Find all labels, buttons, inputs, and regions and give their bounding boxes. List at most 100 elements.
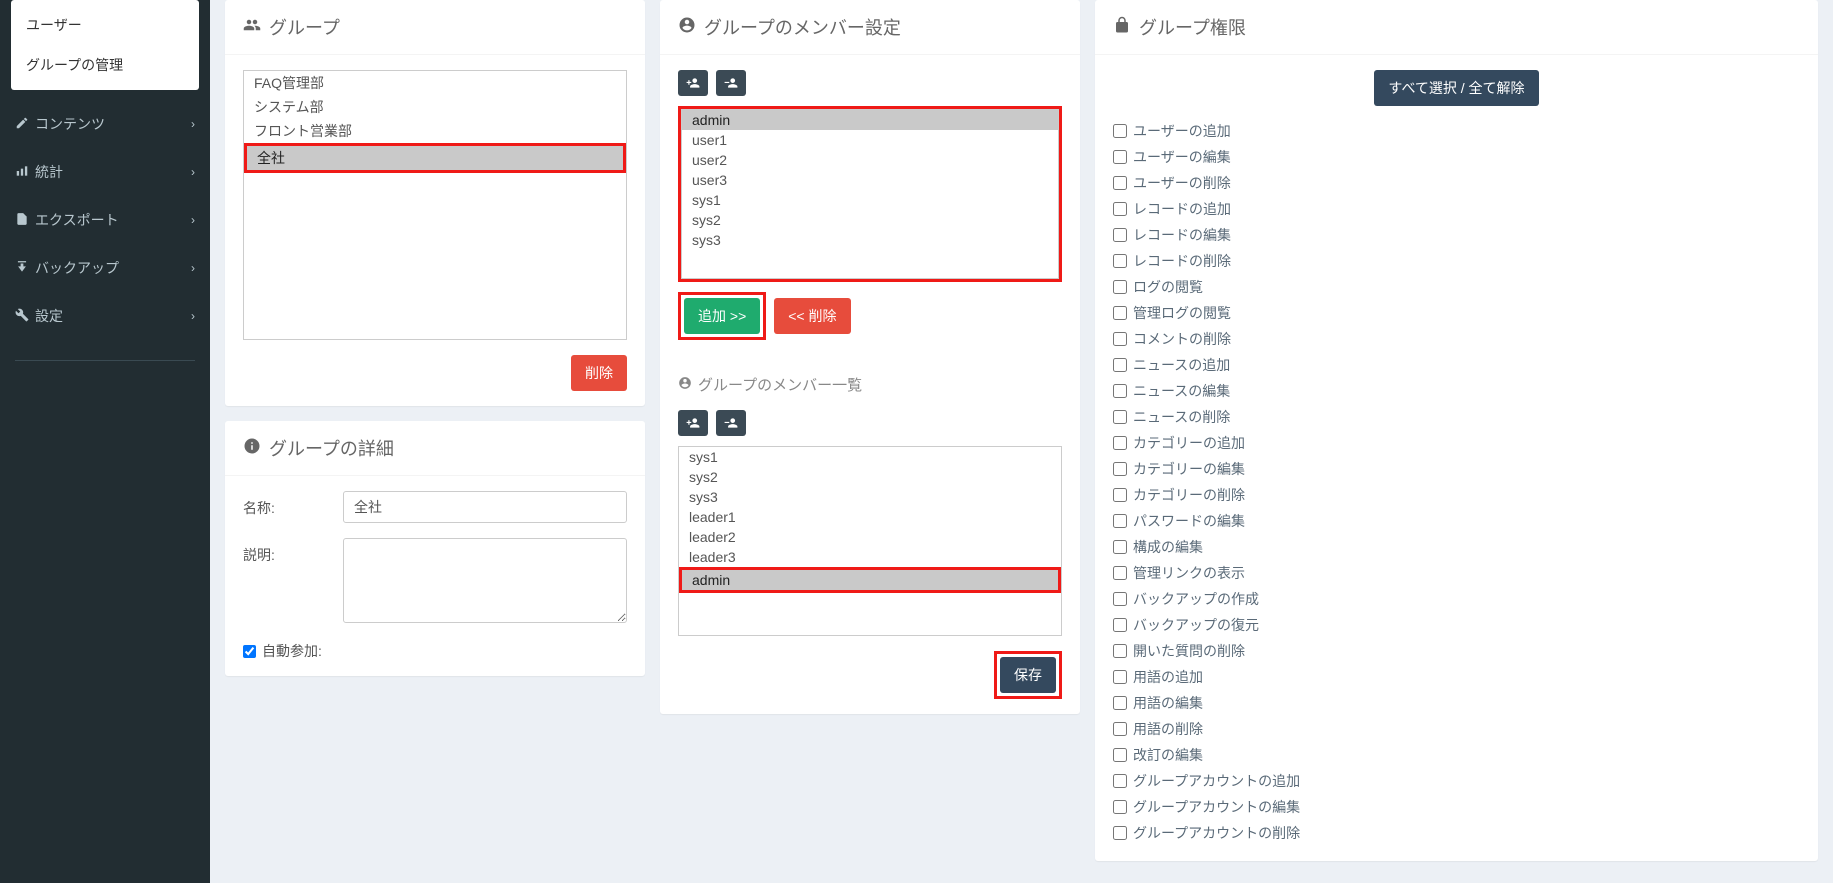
permission-label: 用語の編集: [1133, 693, 1203, 713]
group-desc-textarea[interactable]: [343, 538, 627, 623]
sidebar-item-stats[interactable]: 統計 ›: [15, 148, 195, 196]
permission-checkbox[interactable]: [1113, 670, 1127, 684]
member-option[interactable]: sys3: [679, 487, 1061, 507]
permission-checkbox[interactable]: [1113, 176, 1127, 190]
permission-checkbox[interactable]: [1113, 774, 1127, 788]
wrench-icon: [15, 308, 35, 325]
permission-item: 用語の削除: [1113, 716, 1800, 742]
user-option[interactable]: admin: [682, 110, 1058, 130]
remove-user-icon-button[interactable]: [716, 70, 746, 96]
file-icon: [15, 212, 35, 229]
user-option[interactable]: sys1: [682, 190, 1058, 210]
permission-checkbox[interactable]: [1113, 644, 1127, 658]
permission-checkbox[interactable]: [1113, 228, 1127, 242]
permission-checkbox[interactable]: [1113, 488, 1127, 502]
save-button[interactable]: 保存: [1000, 657, 1056, 693]
permission-label: カテゴリーの削除: [1133, 485, 1245, 505]
permission-checkbox[interactable]: [1113, 826, 1127, 840]
permission-item: レコードの追加: [1113, 196, 1800, 222]
group-option[interactable]: システム部: [244, 95, 626, 119]
member-option[interactable]: sys2: [679, 467, 1061, 487]
all-users-listbox[interactable]: adminuser1user2user3sys1sys2sys3: [681, 109, 1059, 279]
permission-checkbox[interactable]: [1113, 800, 1127, 814]
add-member-button[interactable]: 追加 >>: [684, 298, 760, 334]
permission-item: バックアップの復元: [1113, 612, 1800, 638]
group-option[interactable]: フロント営業部: [244, 119, 626, 143]
download-icon: [15, 260, 35, 277]
permission-checkbox[interactable]: [1113, 748, 1127, 762]
permission-item: グループアカウントの削除: [1113, 820, 1800, 846]
permission-checkbox[interactable]: [1113, 514, 1127, 528]
auto-join-checkbox[interactable]: [243, 645, 256, 658]
add-user-icon-button-2[interactable]: [678, 410, 708, 436]
member-option[interactable]: leader3: [679, 547, 1061, 567]
permission-item: レコードの削除: [1113, 248, 1800, 274]
permission-checkbox[interactable]: [1113, 592, 1127, 606]
groups-listbox[interactable]: FAQ管理部システム部フロント営業部全社: [243, 70, 627, 340]
chevron-right-icon: ›: [191, 165, 195, 179]
group-details-panel: グループの詳細 名称: 説明: 自動参加:: [225, 421, 645, 676]
group-name-input[interactable]: [343, 491, 627, 523]
permission-checkbox[interactable]: [1113, 540, 1127, 554]
add-user-icon-button[interactable]: [678, 70, 708, 96]
sidebar-item-label: 統計: [35, 162, 63, 182]
permission-label: ユーザーの編集: [1133, 147, 1231, 167]
permission-checkbox[interactable]: [1113, 410, 1127, 424]
delete-group-button[interactable]: 削除: [571, 355, 627, 391]
group-option[interactable]: 全社: [247, 146, 623, 170]
chevron-right-icon: ›: [191, 261, 195, 275]
permission-label: 用語の追加: [1133, 667, 1203, 687]
permission-checkbox[interactable]: [1113, 566, 1127, 580]
permission-checkbox[interactable]: [1113, 280, 1127, 294]
permission-checkbox[interactable]: [1113, 722, 1127, 736]
sidebar-item-export[interactable]: エクスポート ›: [15, 196, 195, 244]
sidebar-item-group-management[interactable]: グループの管理: [11, 45, 199, 85]
user-option[interactable]: sys2: [682, 210, 1058, 230]
member-option[interactable]: sys1: [679, 447, 1061, 467]
remove-user-icon-button-2[interactable]: [716, 410, 746, 436]
permission-label: グループアカウントの編集: [1133, 797, 1300, 817]
permission-label: ニュースの編集: [1133, 381, 1230, 401]
permission-checkbox[interactable]: [1113, 202, 1127, 216]
permission-item: グループアカウントの追加: [1113, 768, 1800, 794]
permission-checkbox[interactable]: [1113, 436, 1127, 450]
sidebar-item-contents[interactable]: コンテンツ ›: [15, 100, 195, 148]
user-option[interactable]: user3: [682, 170, 1058, 190]
sidebar-item-users[interactable]: ユーザー: [11, 5, 199, 45]
group-option[interactable]: FAQ管理部: [244, 71, 626, 95]
permission-checkbox[interactable]: [1113, 306, 1127, 320]
permissions-panel: グループ権限 すべて選択 / 全て解除 ユーザーの追加ユーザーの編集ユーザーの削…: [1095, 0, 1818, 861]
permission-checkbox[interactable]: [1113, 150, 1127, 164]
sidebar-item-settings[interactable]: 設定 ›: [15, 292, 195, 340]
desc-label: 説明:: [243, 538, 343, 565]
permission-checkbox[interactable]: [1113, 124, 1127, 138]
permission-item: 改訂の編集: [1113, 742, 1800, 768]
permission-checkbox[interactable]: [1113, 462, 1127, 476]
group-members-listbox[interactable]: sys1sys2sys3leader1leader2leader3 admin: [678, 446, 1062, 636]
panel-title: グループ: [269, 14, 340, 40]
sidebar: ユーザー グループの管理 コンテンツ › 統計 ›: [0, 0, 210, 883]
permission-label: 構成の編集: [1133, 537, 1203, 557]
permission-label: コメントの削除: [1133, 329, 1231, 349]
permission-checkbox[interactable]: [1113, 254, 1127, 268]
permission-checkbox[interactable]: [1113, 696, 1127, 710]
toggle-all-perms-button[interactable]: すべて選択 / 全て解除: [1374, 70, 1538, 106]
groups-panel: グループ FAQ管理部システム部フロント営業部全社 削除: [225, 0, 645, 406]
permission-checkbox[interactable]: [1113, 384, 1127, 398]
member-option[interactable]: admin: [682, 570, 1058, 590]
permission-checkbox[interactable]: [1113, 618, 1127, 632]
permission-item: パスワードの編集: [1113, 508, 1800, 534]
permission-item: 開いた質問の削除: [1113, 638, 1800, 664]
permission-checkbox[interactable]: [1113, 358, 1127, 372]
user-option[interactable]: user1: [682, 130, 1058, 150]
user-option[interactable]: user2: [682, 150, 1058, 170]
user-option[interactable]: sys3: [682, 230, 1058, 250]
permission-checkbox[interactable]: [1113, 332, 1127, 346]
permission-item: 管理ログの閲覧: [1113, 300, 1800, 326]
sidebar-item-label: コンテンツ: [35, 114, 105, 134]
user-circle-icon: [678, 376, 692, 394]
member-option[interactable]: leader1: [679, 507, 1061, 527]
sidebar-item-backup[interactable]: バックアップ ›: [15, 244, 195, 292]
member-option[interactable]: leader2: [679, 527, 1061, 547]
remove-member-button[interactable]: << 削除: [774, 298, 850, 334]
